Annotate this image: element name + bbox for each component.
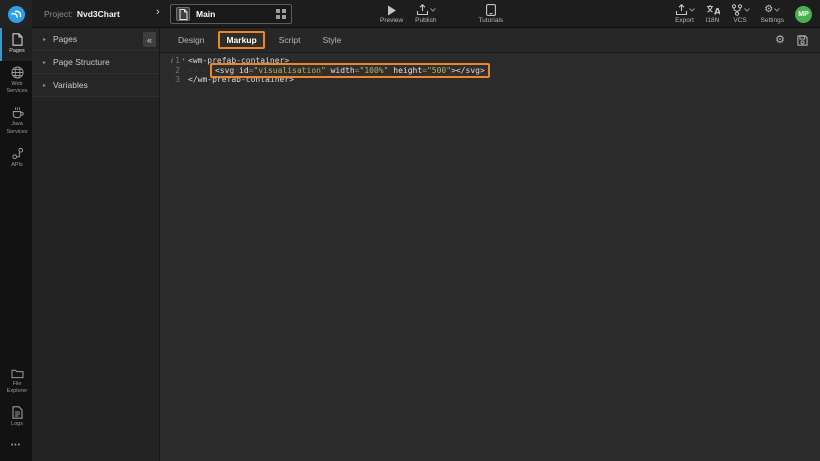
- top-bar: Project: Nvd3Chart › Main Preview: [0, 0, 820, 28]
- preview-button[interactable]: Preview: [380, 4, 403, 24]
- save-icon[interactable]: [797, 35, 808, 46]
- pages-panel: ▸ Pages ▸ Page Structure ▸ Variables «: [32, 28, 160, 461]
- page-tab-label: Main: [196, 9, 270, 19]
- chevron-down-icon: [774, 8, 780, 12]
- i18n-button[interactable]: A I18N: [706, 4, 720, 24]
- code-line[interactable]: 2 ···<svg id="visualisation" width="100%"…: [160, 66, 820, 76]
- collapse-panel-button[interactable]: «: [143, 32, 156, 47]
- api-nodes-icon: [11, 147, 24, 160]
- folder-icon: [11, 368, 24, 379]
- panel-section-pages[interactable]: ▸ Pages: [32, 28, 159, 51]
- globe-icon: [11, 66, 24, 79]
- project-label: Project:: [44, 9, 73, 19]
- topbar-right-actions: Export A I18N VCS ⚙ Settings MP: [675, 0, 813, 28]
- tutorials-button[interactable]: Tutorials: [478, 4, 503, 24]
- translate-icon: A: [706, 4, 720, 16]
- line-number: 3: [175, 75, 180, 85]
- sidebar-item-apis[interactable]: APIs: [0, 142, 32, 175]
- panel-section-variables[interactable]: ▸ Variables: [32, 74, 159, 97]
- code-lines: i1▾<wm-prefab-container>2···<svg id="vis…: [160, 56, 820, 85]
- more-options-button[interactable]: •••: [0, 434, 32, 457]
- export-button[interactable]: Export: [675, 4, 695, 24]
- gear-icon: ⚙: [764, 5, 773, 15]
- project-name: Nvd3Chart: [77, 9, 120, 19]
- sidebar-item-web-services[interactable]: Web Services: [0, 61, 32, 101]
- project-breadcrumb: Project: Nvd3Chart: [44, 0, 120, 28]
- markup-code-editor[interactable]: i1▾<wm-prefab-container>2···<svg id="vis…: [160, 53, 820, 85]
- tab-style[interactable]: Style: [322, 35, 341, 45]
- sidebar-item-file-explorer[interactable]: File Explorer: [0, 363, 32, 401]
- logs-icon: [12, 406, 23, 419]
- coffee-cup-icon: [11, 106, 24, 119]
- editor-tab-bar: Design Markup Script Style ⚙: [160, 28, 820, 53]
- page-icon: [176, 7, 190, 21]
- line-number: 2: [175, 66, 180, 76]
- branch-icon: [731, 4, 743, 16]
- fold-marker-icon[interactable]: ▾: [180, 56, 187, 66]
- expand-arrow-icon: ▸: [43, 36, 46, 43]
- sidebar-item-java-services[interactable]: Java Services: [0, 101, 32, 141]
- tab-design[interactable]: Design: [178, 35, 204, 45]
- panel-section-page-structure[interactable]: ▸ Page Structure: [32, 51, 159, 74]
- svg-text:A: A: [714, 8, 720, 17]
- export-icon: [675, 4, 688, 16]
- vcs-button[interactable]: VCS: [731, 4, 750, 24]
- editor-tab-actions: ⚙: [775, 28, 808, 52]
- chevron-down-icon: [744, 8, 750, 12]
- pages-icon: [12, 33, 23, 46]
- expand-arrow-icon: ▸: [43, 82, 46, 89]
- chevron-down-icon: [689, 8, 695, 12]
- publish-button[interactable]: Publish: [415, 4, 436, 24]
- settings-button[interactable]: ⚙ Settings: [761, 4, 785, 24]
- chevron-down-icon: [430, 8, 436, 12]
- publish-icon: [416, 4, 429, 16]
- highlight-annotation-box: <svg id="visualisation" width="100%" hei…: [210, 63, 490, 79]
- left-icon-rail: Pages Web Services Java Services APIs Fi…: [0, 28, 32, 461]
- expand-arrow-icon: ▸: [43, 59, 46, 66]
- gutter-info-icon: i: [171, 56, 173, 66]
- user-avatar[interactable]: MP: [795, 6, 812, 23]
- breadcrumb-chevron-icon[interactable]: ›: [156, 6, 160, 18]
- tab-script[interactable]: Script: [279, 35, 301, 45]
- wavemaker-logo-icon: [7, 5, 26, 24]
- grid-icon[interactable]: [276, 9, 286, 19]
- wavemaker-logo[interactable]: [0, 0, 32, 28]
- tutorials-icon: [486, 4, 496, 16]
- ide-window: Project: Nvd3Chart › Main Preview: [0, 0, 820, 461]
- rail-bottom-group: File Explorer Logs •••: [0, 363, 32, 461]
- editor-area: Design Markup Script Style ⚙ i1▾<wm-pref…: [160, 28, 820, 461]
- sidebar-item-pages[interactable]: Pages: [0, 28, 32, 61]
- sidebar-item-logs[interactable]: Logs: [0, 401, 32, 434]
- code-text: ···<svg id="visualisation" width="100%" …: [188, 66, 490, 76]
- markup-settings-gear-icon[interactable]: ⚙: [775, 35, 785, 46]
- topbar-center-actions: Preview Publish Tutorials: [380, 0, 503, 28]
- tab-markup[interactable]: Markup: [218, 31, 264, 49]
- page-tab-main[interactable]: Main: [170, 4, 292, 24]
- play-icon: [387, 5, 397, 16]
